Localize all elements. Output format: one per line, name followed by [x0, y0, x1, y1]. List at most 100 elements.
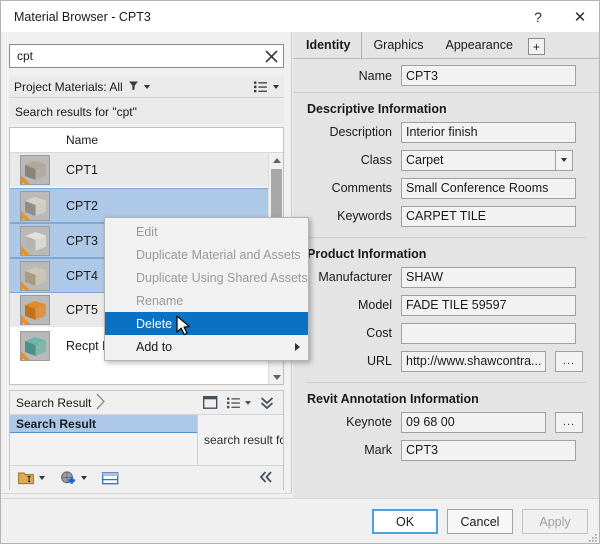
section-title: Revit Annotation Information [307, 392, 479, 406]
material-list-header: Name [10, 128, 283, 153]
cancel-button[interactable]: Cancel [447, 509, 513, 534]
context-menu: Edit Duplicate Material and Assets Duplica… [104, 217, 309, 361]
chevron-down-icon[interactable] [143, 84, 150, 89]
help-button[interactable]: ? [517, 2, 559, 32]
warning-badge-icon [20, 280, 30, 290]
tab-appearance[interactable]: Appearance [434, 32, 523, 58]
material-thumbnail [19, 155, 50, 185]
field-label: Description [329, 125, 392, 139]
field-row: Comments Small Conference Rooms [293, 174, 599, 202]
list-view-chevron-down-icon[interactable] [273, 84, 279, 89]
clear-icon[interactable] [259, 45, 283, 67]
chevron-double-left-icon[interactable] [259, 470, 274, 486]
chevron-down-icon[interactable] [556, 149, 573, 171]
material-thumbnail [19, 260, 50, 291]
menu-item-label: Edit [136, 224, 158, 239]
project-materials-filter[interactable]: Project Materials: All [9, 76, 284, 98]
filter-label: Project Materials: All [14, 79, 123, 94]
list-view-chevron-down-icon-2[interactable] [245, 400, 251, 405]
breadcrumb-chevron-icon [96, 393, 107, 413]
field-value-description[interactable]: Interior finish [401, 121, 576, 143]
field-label: Manufacturer [318, 270, 392, 284]
name-field[interactable]: CPT3 [401, 65, 576, 86]
search-result-footer [10, 465, 283, 490]
field-value-cost[interactable] [401, 322, 576, 344]
funnel-icon [128, 80, 139, 94]
dialog-buttons: OK Cancel Apply [372, 509, 588, 534]
panel-toggle-icon[interactable] [102, 471, 119, 485]
scroll-down-icon[interactable] [269, 370, 283, 384]
menu-item-duplicate-using-shared-assets[interactable]: Duplicate Using Shared Assets [105, 266, 308, 289]
field-value-keywords[interactable]: CARPET TILE [401, 205, 576, 227]
new-asset-icon[interactable] [60, 470, 87, 486]
warning-badge-icon [20, 175, 30, 184]
scroll-up-icon[interactable] [269, 153, 283, 167]
browse-button[interactable]: ... [555, 411, 583, 433]
field-value-mark[interactable]: CPT3 [401, 439, 576, 461]
field-label: Comments [331, 181, 392, 195]
menu-item-delete[interactable]: Delete [105, 312, 308, 335]
field-row: Description Interior finish [293, 118, 599, 146]
name-label: Name [358, 68, 392, 83]
list-view-glyph [254, 81, 267, 92]
resize-grip-glyph [589, 534, 597, 542]
field-row: Keywords CARPET TILE [293, 202, 599, 230]
apply-button[interactable]: Apply [522, 509, 588, 534]
search-result-header: Search Result [10, 391, 283, 415]
field-value-url[interactable]: http://www.shawcontra... [401, 350, 546, 372]
ok-button[interactable]: OK [372, 509, 438, 534]
tab-bar: Identity Graphics Appearance + [293, 32, 599, 59]
breadcrumb[interactable]: Search Result [16, 396, 91, 410]
menu-item-add-to[interactable]: Add to [105, 335, 308, 358]
browse-button[interactable]: ... [555, 350, 583, 372]
field-label: Keywords [337, 209, 392, 223]
tab-graphics[interactable]: Graphics [362, 32, 434, 58]
search-box[interactable] [9, 44, 284, 68]
clear-x-glyph [264, 49, 278, 63]
list-view-icon[interactable] [254, 81, 279, 93]
field-row: Cost [293, 319, 599, 347]
search-result-body: Search Result search result for "c [10, 415, 283, 465]
identity-sections: Descriptive Information Description Interi… [293, 93, 599, 464]
search-input[interactable] [15, 46, 259, 66]
field-value-keynote[interactable]: 09 68 00 [401, 411, 546, 433]
new-asset-chevron-down-icon[interactable] [81, 476, 87, 480]
menu-item-duplicate-material-and-assets[interactable]: Duplicate Material and Assets [105, 243, 308, 266]
field-row: Mark CPT3 [293, 436, 599, 464]
table-row[interactable]: CPT1 [10, 153, 283, 188]
field-label: URL [366, 354, 392, 368]
new-library-chevron-down-icon[interactable] [39, 476, 45, 480]
resize-grip[interactable] [588, 532, 598, 542]
warning-badge-icon [20, 350, 30, 360]
material-thumbnail-cell [10, 153, 59, 188]
field-row: Model FADE TILE 59597 [293, 291, 599, 319]
menu-item-label: Rename [136, 293, 184, 308]
list-view-icon[interactable] [227, 397, 251, 409]
add-tab-button[interactable]: + [527, 38, 545, 55]
name-row: Name CPT3 [293, 59, 599, 93]
field-value-class[interactable]: Carpet [401, 149, 556, 171]
field-value-manufacturer[interactable]: SHAW [401, 266, 576, 288]
bottom-bar: OK Cancel Apply [1, 498, 599, 543]
chevron-double-down-icon[interactable] [260, 396, 274, 410]
close-icon[interactable]: ✕ [559, 2, 599, 32]
field-row: Keynote 09 68 00... [293, 408, 599, 436]
field-value-model[interactable]: FADE TILE 59597 [401, 294, 576, 316]
field-value-comments[interactable]: Small Conference Rooms [401, 177, 576, 199]
tree-node-search-result[interactable]: Search Result [10, 415, 197, 433]
menu-item-rename[interactable]: Rename [105, 289, 308, 312]
new-library-icon[interactable] [18, 471, 45, 485]
search-results-header-text: Search results for "cpt" [15, 104, 137, 119]
title-bar: Material Browser - CPT3 ? ✕ [1, 1, 599, 32]
panel-icon[interactable] [203, 396, 218, 409]
window-title: Material Browser - CPT3 [14, 9, 151, 24]
field-label: Class [360, 153, 392, 167]
section-title: Product Information [307, 247, 427, 261]
menu-item-edit[interactable]: Edit [105, 220, 308, 243]
tab-identity[interactable]: Identity [295, 32, 363, 58]
cursor-arrow-icon [176, 315, 191, 336]
material-thumbnail [19, 295, 50, 325]
search-result-panel: Search Result Search Result search resul… [9, 390, 284, 490]
mouse-cursor [176, 315, 193, 341]
right-panel: Identity Graphics Appearance + Name CPT3 De… [293, 32, 599, 498]
